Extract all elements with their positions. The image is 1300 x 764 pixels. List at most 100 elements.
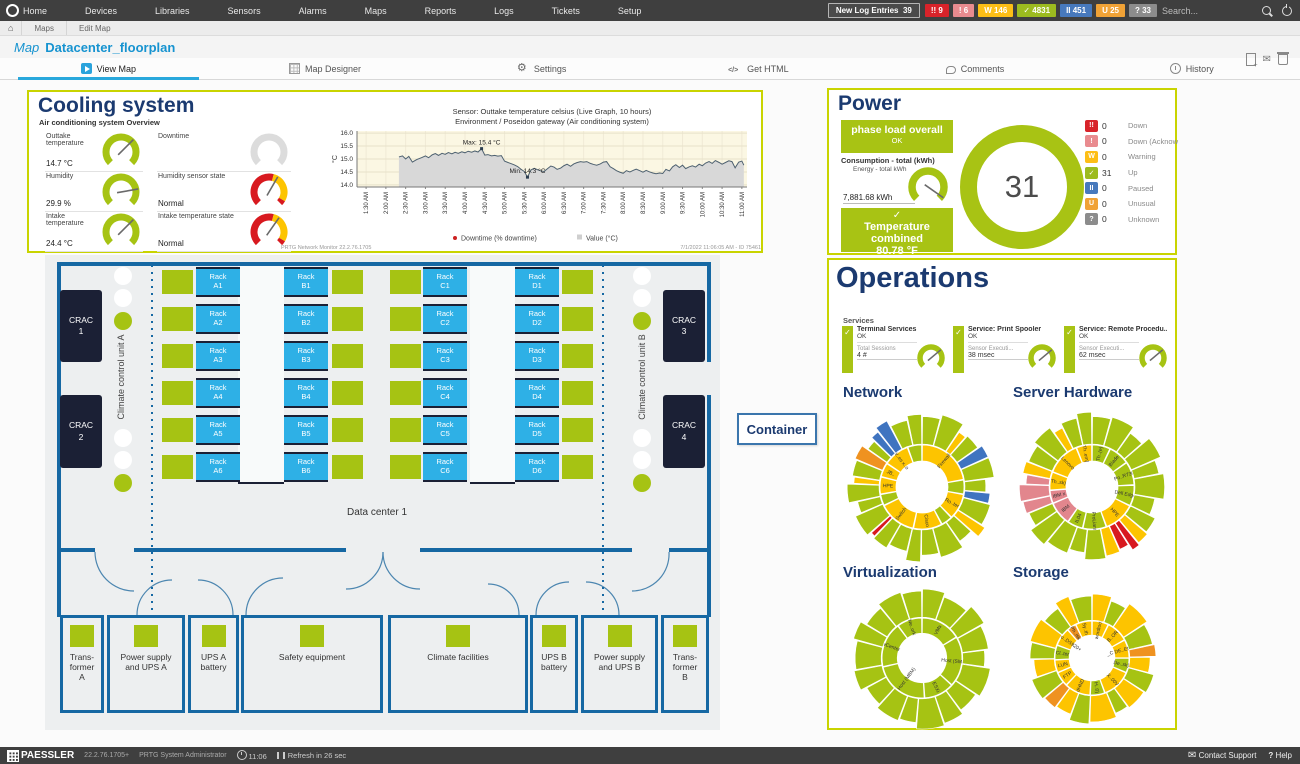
rack-rack-d3[interactable]: Rack D3 [515,341,559,371]
status-badge-unknown[interactable]: ? 33 [1129,4,1157,17]
nav-item-setup[interactable]: Setup [599,6,661,16]
sunburst-storage[interactable]: wordtoolsB..OR_C DE..EMCDe..sk)X..00VH..… [1012,578,1172,738]
status-tile[interactable] [162,381,193,405]
export-icon[interactable] [1246,53,1256,66]
status-tile[interactable] [162,307,193,331]
nav-item-libraries[interactable]: Libraries [136,6,209,16]
rack-rack-a3[interactable]: Rack A3 [196,341,240,371]
status-badge-paused[interactable]: II 451 [1060,4,1092,17]
status-tile[interactable] [562,307,593,331]
status-tile[interactable] [608,625,632,647]
rack-rack-c1[interactable]: Rack C1 [423,267,467,297]
crac-4[interactable]: CRAC 4 [663,395,705,468]
status-badge-unusual[interactable]: U 25 [1096,4,1125,17]
container-object[interactable]: Container [737,413,817,445]
rack-rack-b5[interactable]: Rack B5 [284,415,328,445]
crac-3[interactable]: CRAC 3 [663,290,705,362]
rack-rack-a1[interactable]: Rack A1 [196,267,240,297]
home-icon[interactable]: ⌂ [0,23,21,33]
footer-refresh[interactable]: Refresh in 26 sec [277,751,346,760]
help-link[interactable]: ? Help [1268,751,1292,760]
status-tile[interactable] [162,455,193,479]
gauge-outtake-temperature[interactable]: Outtake temperature14.7 °C [45,132,143,172]
status-tile[interactable] [562,418,593,442]
breadcrumb-edit-map[interactable]: Edit Map [66,21,123,35]
status-tile[interactable] [542,625,566,647]
gauge-intake-temperature-state[interactable]: Intake temperature stateNormal [157,212,291,252]
tab-comments[interactable]: Comments [867,58,1084,79]
gauge-humidity[interactable]: Humidity29.9 % [45,172,143,212]
rack-rack-b3[interactable]: Rack B3 [284,341,328,371]
gauge-downtime[interactable]: Downtime [157,132,291,172]
energy-gauge-card[interactable]: Consumption - total (kWh) Energy - total… [841,156,953,206]
nav-item-logs[interactable]: Logs [475,6,533,16]
logout-icon[interactable] [1282,6,1292,16]
nav-item-reports[interactable]: Reports [406,6,476,16]
rack-rack-d4[interactable]: Rack D4 [515,378,559,408]
status-tile[interactable] [202,625,226,647]
status-tile[interactable] [562,270,593,294]
tab-settings[interactable]: Settings [433,58,650,79]
nav-item-sensors[interactable]: Sensors [209,6,280,16]
rack-rack-b4[interactable]: Rack B4 [284,378,328,408]
status-tile[interactable] [673,625,697,647]
nav-item-alarms[interactable]: Alarms [280,6,346,16]
status-tile[interactable] [162,344,193,368]
status-tile[interactable] [300,625,324,647]
sunburst-virtualization[interactable]: VMsHost (SMB)ESXiH..P) Host (MBM)vCenter… [842,578,1002,738]
status-tile[interactable] [562,381,593,405]
rack-rack-a4[interactable]: Rack A4 [196,378,240,408]
rack-rack-a5[interactable]: Rack A5 [196,415,240,445]
status-tile[interactable] [332,418,363,442]
service-card-terminal-services[interactable]: ✓Terminal ServicesOKTotal Sessions4 # [842,326,948,373]
tab-get-html[interactable]: Get HTML [650,58,867,79]
rack-rack-a2[interactable]: Rack A2 [196,304,240,334]
nav-item-tickets[interactable]: Tickets [533,6,599,16]
crac-2[interactable]: CRAC 2 [60,395,102,468]
rack-rack-d5[interactable]: Rack D5 [515,415,559,445]
rack-rack-d6[interactable]: Rack D6 [515,452,559,482]
rack-rack-d2[interactable]: Rack D2 [515,304,559,334]
status-tile[interactable] [134,625,158,647]
sensor-status-donut[interactable]: 31 [960,125,1084,249]
rack-rack-c6[interactable]: Rack C6 [423,452,467,482]
status-tile[interactable] [390,344,421,368]
status-tile[interactable] [446,625,470,647]
status-tile[interactable] [390,455,421,479]
status-badge-warning[interactable]: W 146 [978,4,1013,17]
status-tile[interactable] [70,625,94,647]
status-tile[interactable] [332,344,363,368]
rack-rack-c4[interactable]: Rack C4 [423,378,467,408]
rack-rack-c2[interactable]: Rack C2 [423,304,467,334]
status-tile[interactable] [562,344,593,368]
crac-1[interactable]: CRAC 1 [60,290,102,362]
temperature-combined-object[interactable]: ✓ Temperature combined 80.78 °F [841,208,953,252]
status-tile[interactable] [332,455,363,479]
status-badge-up[interactable]: ✓ 4831 [1017,4,1056,17]
nav-item-home[interactable]: Home [23,6,66,16]
status-tile[interactable] [390,381,421,405]
status-tile[interactable] [332,307,363,331]
status-tile[interactable] [162,270,193,294]
nav-item-maps[interactable]: Maps [346,6,406,16]
rack-rack-b1[interactable]: Rack B1 [284,267,328,297]
service-card-service-print-spooler[interactable]: ✓Service: Print SpoolerOKSensor Executi.… [953,326,1059,373]
status-badge-down[interactable]: !! 9 [925,4,949,17]
outtake-temperature-chart[interactable]: 1:30 AM2:00 AM2:30 AM3:00 AM3:30 AM4:00 … [279,94,765,252]
status-tile[interactable] [162,418,193,442]
tab-map-designer[interactable]: Map Designer [217,58,434,79]
rack-rack-c3[interactable]: Rack C3 [423,341,467,371]
status-tile[interactable] [332,381,363,405]
email-icon[interactable]: ✉ [1263,55,1271,65]
rack-rack-b2[interactable]: Rack B2 [284,304,328,334]
rack-rack-c5[interactable]: Rack C5 [423,415,467,445]
tab-view-map[interactable]: View Map [0,58,217,79]
nav-item-devices[interactable]: Devices [66,6,136,16]
service-card-service-remote-procedu[interactable]: ✓Service: Remote Procedu...OKSensor Exec… [1064,326,1170,373]
contact-support-link[interactable]: ✉ Contact Support [1188,751,1256,761]
gauge-intake-temperature[interactable]: Intake temperature24.4 °C [45,212,143,252]
search-icon[interactable] [1262,6,1271,15]
status-tile[interactable] [390,270,421,294]
new-log-entries-badge[interactable]: New Log Entries 39 [828,3,920,18]
search-input[interactable]: Search... [1162,6,1257,16]
